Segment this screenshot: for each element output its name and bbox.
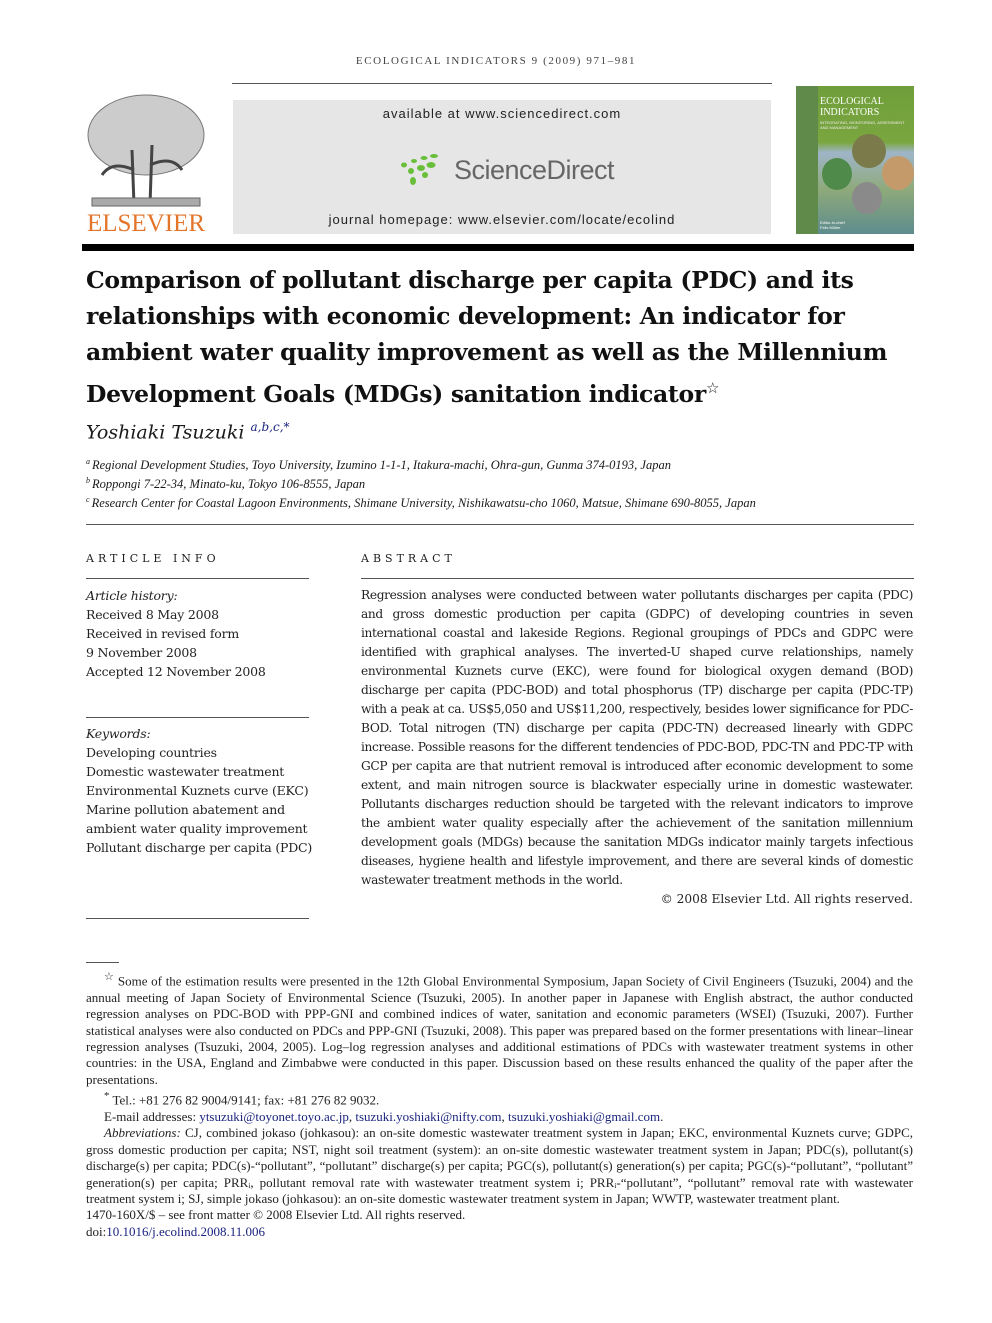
article-history-label: Article history: xyxy=(86,588,178,603)
email-link[interactable]: ytsuzuki@toyonet.toyo.ac.jp xyxy=(199,1109,349,1124)
cover-image-globe xyxy=(822,158,852,190)
keyword-item: Developing countries xyxy=(86,745,217,760)
cover-title-line1: ECOLOGICAL xyxy=(820,96,884,107)
footnote-star: ☆ Some of the estimation results were pr… xyxy=(86,969,913,1088)
keywords: Keywords: Developing countries Domestic … xyxy=(86,724,312,857)
affiliation-text: Research Center for Coastal Lagoon Envir… xyxy=(91,496,756,511)
journal-cover[interactable]: ECOLOGICAL INDICATORS INTEGRATING, MONIT… xyxy=(796,86,914,234)
cover-image-person xyxy=(852,182,882,214)
footnote-rule xyxy=(86,962,119,963)
keyword-item: ambient water quality improvement xyxy=(86,821,308,836)
affiliation-a: a Regional Development Studies, Toyo Univ… xyxy=(86,457,671,473)
sciencedirect-logo-text: ScienceDirect xyxy=(454,154,615,185)
available-at-link[interactable]: available at www.sciencedirect.com xyxy=(233,106,771,121)
keyword-item: Marine pollution abatement and xyxy=(86,802,285,817)
footnote-star-text: Some of the estimation results were pres… xyxy=(86,973,913,1087)
keywords-rule xyxy=(86,717,309,718)
history-received: Received 8 May 2008 xyxy=(86,607,219,622)
doi: doi:10.1016/j.ecolind.2008.11.006 xyxy=(86,1224,913,1240)
article-info-heading: ARTICLE INFO xyxy=(86,552,220,565)
front-matter: 1470-160X/$ – see front matter © 2008 El… xyxy=(86,1207,466,1223)
cover-subtitle: INTEGRATING, MONITORING, ASSESSMENT AND … xyxy=(820,120,905,130)
email-link[interactable]: tsuzuki.yoshiaki@gmail.com xyxy=(508,1109,660,1124)
history-revised-date: 9 November 2008 xyxy=(86,645,197,660)
affiliation-c: c Research Center for Coastal Lagoon Envi… xyxy=(86,495,756,511)
cover-side-band xyxy=(796,86,818,234)
affiliation-mark: b xyxy=(86,476,90,485)
footnote-corr-mark: * xyxy=(104,1090,110,1103)
article-info-rule xyxy=(86,578,309,579)
cover-title: ECOLOGICAL INDICATORS xyxy=(820,96,884,118)
abstract-copyright: © 2008 Elsevier Ltd. All rights reserved… xyxy=(660,892,913,906)
history-accepted: Accepted 12 November 2008 xyxy=(86,664,266,679)
footnote-corresponding: * Tel.: +81 276 82 9004/9141; fax: +81 2… xyxy=(86,1088,913,1109)
footnote-corr-text: Tel.: +81 276 82 9004/9141; fax: +81 276… xyxy=(112,1092,380,1108)
affiliation-mark: a xyxy=(86,457,90,466)
cover-image-book xyxy=(882,156,914,190)
affiliation-text: Regional Development Studies, Toyo Unive… xyxy=(92,458,671,473)
doi-label: doi: xyxy=(86,1223,107,1239)
article-title: Comparison of pollutant discharge per ca… xyxy=(86,262,916,412)
article-history: Article history: Received 8 May 2008 Rec… xyxy=(86,586,266,681)
history-revised-label: Received in revised form xyxy=(86,626,240,641)
article-title-text: Comparison of pollutant discharge per ca… xyxy=(86,266,888,408)
keyword-item: Environmental Kuznets curve (EKC) xyxy=(86,783,309,798)
doi-link[interactable]: 10.1016/j.ecolind.2008.11.006 xyxy=(106,1224,265,1239)
header-thick-rule xyxy=(82,244,914,251)
email-label: E-mail addresses: xyxy=(104,1108,197,1124)
footnote-star-mark: ☆ xyxy=(104,971,115,983)
affiliation-mark: c xyxy=(86,495,90,504)
affiliation-text: Roppongi 7-22-34, Minato-ku, Tokyo 106-8… xyxy=(92,477,366,492)
title-footnote-mark[interactable]: ☆ xyxy=(706,379,719,397)
cover-editor: Editor-in-chief Felix Müller xyxy=(820,220,845,230)
cover-image-rock xyxy=(852,134,886,168)
keyword-item: Domestic wastewater treatment xyxy=(86,764,285,779)
sciencedirect-dots-icon xyxy=(401,154,438,185)
abbreviations-text: CJ, combined jokaso (johkasou): an on-si… xyxy=(86,1125,913,1206)
email-link[interactable]: tsuzuki.yoshiaki@nifty.com xyxy=(355,1109,501,1124)
affiliation-b: b Roppongi 7-22-34, Minato-ku, Tokyo 106-… xyxy=(86,476,365,492)
keyword-item: Pollutant discharge per capita (PDC) xyxy=(86,840,313,855)
article-info-bottom-rule xyxy=(86,918,309,919)
affiliation-rule xyxy=(86,524,914,525)
author-affiliation-marks[interactable]: a,b,c,* xyxy=(251,420,290,434)
abstract-heading: ABSTRACT xyxy=(361,552,456,565)
author: Yoshiaki Tsuzuki a,b,c,* xyxy=(86,420,290,443)
abstract-rule xyxy=(361,578,914,579)
header-rule xyxy=(232,83,772,84)
sciencedirect-logo[interactable]: ScienceDirect xyxy=(398,150,615,190)
abstract-text: Regression analyses were conducted betwe… xyxy=(361,588,913,887)
keywords-label: Keywords: xyxy=(86,726,151,741)
running-head: ECOLOGICAL INDICATORS 9 (2009) 971–981 xyxy=(355,55,637,67)
author-name[interactable]: Yoshiaki Tsuzuki xyxy=(86,421,244,443)
elsevier-wordmark: ELSEVIER xyxy=(86,210,206,237)
cover-title-line2: INDICATORS xyxy=(820,107,880,118)
sciencedirect-banner: available at www.sciencedirect.com Scien… xyxy=(233,100,771,234)
abbreviations-label: Abbreviations: xyxy=(104,1125,181,1141)
footnote-abbreviations: Abbreviations: CJ, combined jokaso (johk… xyxy=(86,1125,913,1207)
footnotes: ☆ Some of the estimation results were pr… xyxy=(86,969,913,1240)
footnote-emails: E-mail addresses: ytsuzuki@toyonet.toyo.… xyxy=(104,1108,664,1124)
journal-homepage-link[interactable]: journal homepage: www.elsevier.com/locat… xyxy=(233,212,771,227)
cover-editor-name: Felix Müller xyxy=(820,225,841,230)
